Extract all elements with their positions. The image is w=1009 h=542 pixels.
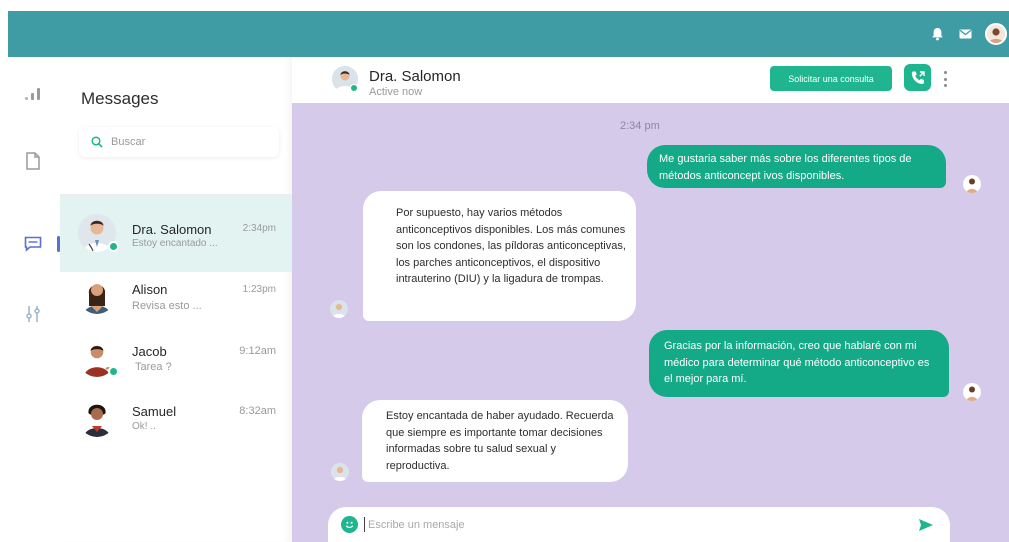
search-box[interactable] [79, 127, 279, 157]
contact-name: Alison [132, 282, 168, 297]
contact-preview: Ok! .. [132, 421, 156, 432]
online-indicator [108, 241, 119, 252]
conversation-sidebar: Messages Dra. Salomon Estoy encantado ..… [60, 57, 292, 542]
chat-contact-name: Dra. Salomon [369, 68, 461, 85]
message-bubble-outgoing: Gracias por la información, creo que hab… [649, 330, 949, 397]
text-cursor [364, 517, 365, 532]
avatar [78, 399, 116, 437]
contact-name: Dra. Salomon [132, 222, 212, 237]
message-input[interactable] [368, 518, 888, 531]
document-icon[interactable] [22, 150, 44, 172]
send-icon[interactable] [917, 516, 934, 533]
more-options-icon[interactable] [939, 68, 951, 90]
doctor-avatar [330, 300, 348, 318]
message-bubble-incoming: Estoy encantada de haber ayudado. Recuer… [362, 400, 628, 482]
sliders-icon[interactable] [22, 303, 44, 325]
mail-icon[interactable] [957, 26, 973, 42]
contact-preview: Revisa esto ... [132, 300, 202, 312]
contact-name: Samuel [132, 404, 177, 419]
search-input[interactable] [111, 136, 271, 148]
phone-icon [911, 70, 925, 84]
chat-area: 2:34 pm Me gustaria saber más sobre los … [292, 103, 1009, 542]
user-avatar[interactable] [985, 23, 1007, 45]
my-avatar [963, 175, 981, 193]
online-indicator [108, 366, 119, 377]
contact-time: 1:23pm [242, 284, 276, 295]
chat-icon[interactable] [22, 233, 44, 255]
chat-contact-status: Active now [369, 86, 423, 98]
contact-preview: Tarea ? [135, 361, 172, 373]
bell-icon[interactable] [929, 26, 945, 42]
message-composer [328, 507, 950, 542]
contact-preview: Estoy encantado ... [132, 238, 218, 249]
sidebar-title: Messages [81, 89, 159, 108]
avatar [78, 276, 116, 314]
contact-name: Jacob [132, 344, 167, 359]
request-consultation-button[interactable]: Solicitar una consulta [770, 66, 892, 91]
stats-icon[interactable] [22, 83, 44, 105]
call-button[interactable] [904, 64, 931, 91]
doctor-avatar [331, 463, 349, 481]
top-bar [8, 11, 1009, 57]
message-bubble-outgoing: Me gustaria saber más sobre los diferent… [647, 145, 946, 188]
contact-time: 2:34pm [242, 223, 276, 234]
search-icon [91, 136, 103, 148]
my-avatar [963, 383, 981, 401]
contact-time: 8:32am [239, 405, 276, 417]
online-indicator [350, 84, 358, 92]
contact-item-samuel[interactable]: Samuel Ok! .. 8:32am [60, 399, 292, 476]
chat-timestamp: 2:34 pm [620, 120, 660, 132]
icon-rail [8, 57, 60, 542]
emoji-icon[interactable] [341, 516, 358, 533]
chat-header: Dra. Salomon Active now Solicitar una co… [292, 57, 1009, 103]
message-bubble-incoming: Por supuesto, hay varios métodos anticon… [363, 191, 636, 321]
contact-item-dra-salomon[interactable]: Dra. Salomon Estoy encantado ... 2:34pm [60, 195, 292, 272]
contact-time: 9:12am [239, 345, 276, 357]
